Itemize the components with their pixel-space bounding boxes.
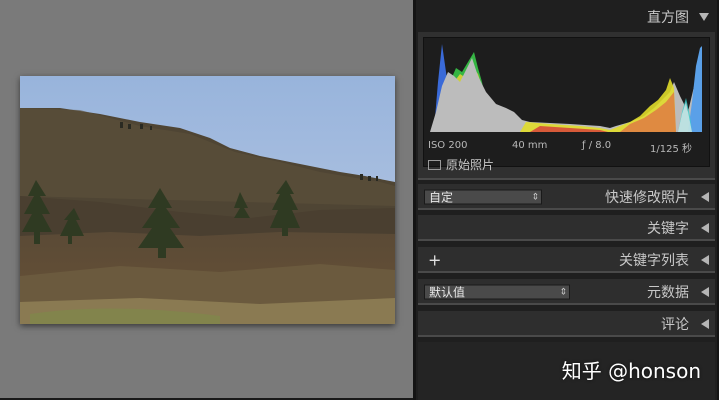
- photo-preview-area: [0, 0, 413, 400]
- add-keyword-button[interactable]: +: [428, 251, 441, 270]
- expand-triangle-icon[interactable]: [701, 255, 709, 265]
- keyword-list-header[interactable]: + 关键字列表: [418, 247, 715, 273]
- keywords-title: 关键字: [647, 221, 689, 237]
- comments-header[interactable]: 评论: [418, 311, 715, 337]
- iso-readout: ISO 200: [428, 140, 468, 151]
- keyword-list-title: 关键字列表: [619, 253, 689, 269]
- shutter-readout: 1/125 秒: [650, 144, 692, 155]
- focal-length-readout: 40 mm: [512, 140, 548, 151]
- comments-title: 评论: [661, 317, 689, 333]
- expand-triangle-icon[interactable]: [701, 319, 709, 329]
- collapse-triangle-icon[interactable]: [699, 13, 709, 21]
- quick-develop-title: 快速修改照片: [605, 190, 689, 206]
- metadata-header[interactable]: 默认值 ⇕ 元数据: [418, 279, 715, 305]
- quick-develop-preset-dropdown[interactable]: 自定 ⇕: [424, 189, 542, 205]
- keywords-header[interactable]: 关键字: [418, 215, 715, 241]
- watermark-text: 知乎 @honson: [561, 359, 701, 383]
- histogram-header[interactable]: 直方图: [418, 4, 715, 30]
- histogram-panel: ISO 200 40 mm ƒ / 8.0 1/125 秒 原始照片: [418, 32, 715, 180]
- expand-triangle-icon[interactable]: [701, 223, 709, 233]
- stepper-arrows-icon: ⇕: [559, 287, 567, 298]
- expand-triangle-icon[interactable]: [701, 287, 709, 297]
- aperture-readout: ƒ / 8.0: [582, 140, 612, 151]
- metadata-preset-dropdown[interactable]: 默认值 ⇕: [424, 284, 570, 300]
- quick-develop-header[interactable]: 自定 ⇕ 快速修改照片: [418, 184, 715, 210]
- histogram-chart: [430, 44, 702, 132]
- metadata-title: 元数据: [647, 285, 689, 301]
- metadata-preset-value: 默认值: [429, 285, 466, 300]
- stepper-arrows-icon: ⇕: [531, 192, 539, 203]
- right-panel-group: 直方图 ISO 200 40 mm ƒ / 8.0 1/125 秒 原始照片 自…: [413, 0, 719, 400]
- expand-triangle-icon[interactable]: [701, 192, 709, 202]
- original-photo-checkbox[interactable]: [428, 160, 441, 170]
- quick-develop-preset-value: 自定: [429, 190, 454, 205]
- histogram-graph[interactable]: ISO 200 40 mm ƒ / 8.0 1/125 秒: [423, 37, 710, 167]
- landscape-photo: [20, 76, 395, 324]
- original-photo-label: 原始照片: [446, 158, 495, 172]
- photo-preview[interactable]: [20, 76, 395, 324]
- histogram-title: 直方图: [647, 10, 689, 26]
